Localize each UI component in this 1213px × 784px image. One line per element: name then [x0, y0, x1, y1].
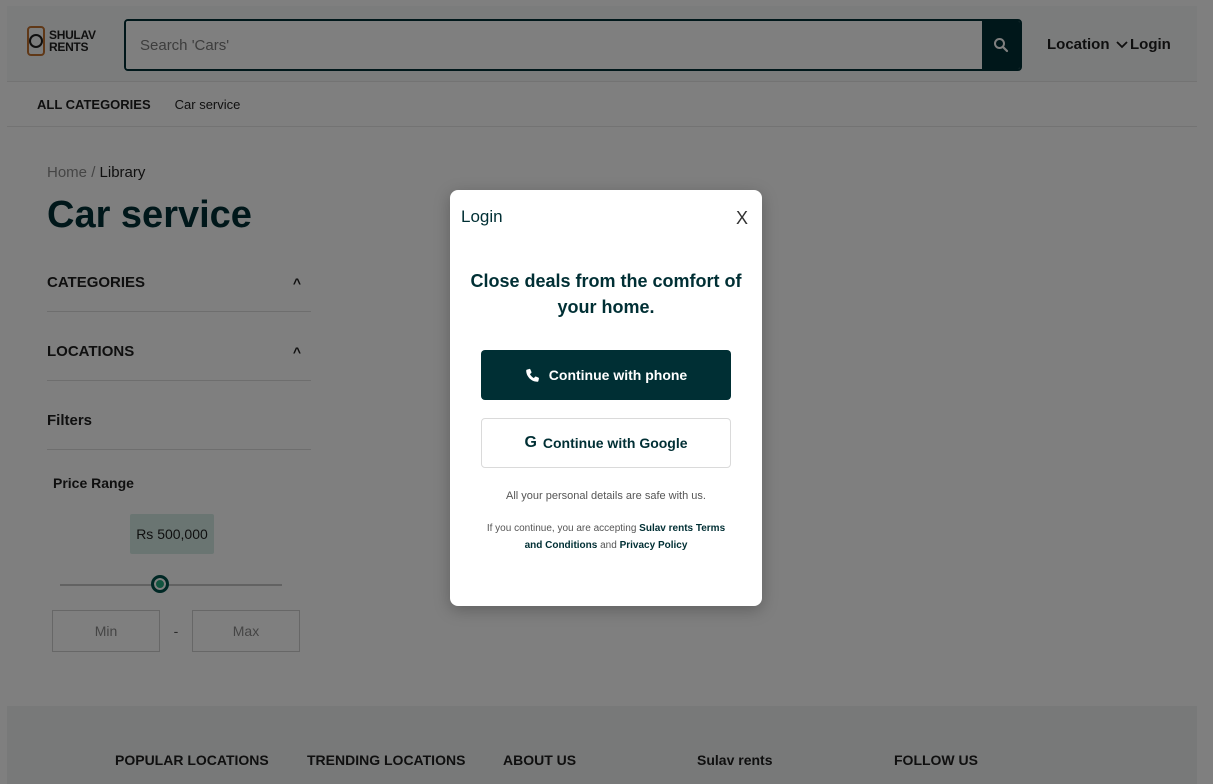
modal-heading: Close deals from the comfort of your hom…: [470, 271, 742, 317]
login-modal: Login X Close deals from the comfort of …: [450, 190, 762, 606]
privacy-policy-link[interactable]: Privacy Policy: [620, 540, 688, 551]
phone-button-label: Continue with phone: [548, 367, 688, 383]
modal-title: Login: [461, 207, 503, 226]
privacy-note: All your personal details are safe with …: [506, 490, 706, 502]
legal-and: and: [600, 540, 617, 551]
google-button-label: Continue with Google: [542, 435, 688, 451]
legal-text: If you continue, you are accepting Sulav…: [480, 520, 732, 554]
close-icon[interactable]: X: [736, 209, 748, 227]
legal-prefix: If you continue, you are accepting: [486, 523, 637, 534]
continue-with-phone-button[interactable]: Continue with phone: [481, 350, 731, 400]
phone-icon: [525, 368, 539, 382]
google-icon: G: [524, 434, 537, 451]
continue-with-google-button[interactable]: G Continue with Google: [481, 418, 731, 468]
